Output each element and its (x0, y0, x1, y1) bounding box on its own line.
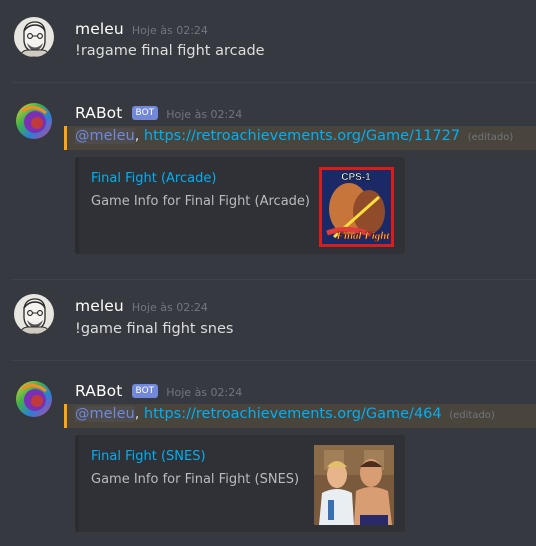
message-header: RABot BOT Hoje às 02:24 (75, 381, 242, 400)
timestamp[interactable]: Hoje às 02:24 (166, 386, 242, 399)
username[interactable]: meleu (75, 297, 124, 315)
separator: , (134, 128, 140, 144)
edited-label: (editado) (449, 410, 495, 421)
timestamp[interactable]: Hoje às 02:24 (132, 301, 208, 314)
thumbnail-cps1-label: CPS-1 (341, 172, 371, 183)
message-header: meleu Hoje às 02:24 (75, 19, 208, 38)
user-mention[interactable]: @meleu (75, 406, 135, 422)
message-divider (12, 360, 536, 361)
game-link[interactable]: https://retroachievements.org/Game/464 (144, 406, 442, 422)
message-divider (12, 82, 536, 83)
user-mention[interactable]: @meleu (75, 128, 135, 144)
thumbnail-logo: Final Fight (336, 230, 391, 242)
link-embed: Final Fight (SNES) Game Info for Final F… (75, 435, 405, 532)
message-text: @meleu, https://retroachievements.org/Ga… (75, 406, 495, 422)
embed-title[interactable]: Final Fight (Arcade) (91, 171, 216, 186)
meleu-avatar[interactable] (14, 294, 54, 334)
game-link[interactable]: https://retroachievements.org/Game/11727 (144, 128, 460, 144)
bot-badge: BOT (131, 106, 159, 120)
message-divider (12, 279, 536, 280)
timestamp[interactable]: Hoje às 02:24 (166, 108, 242, 121)
embed-description: Game Info for Final Fight (SNES) (91, 472, 300, 487)
username[interactable]: RABot (75, 104, 122, 122)
mention-highlight: @meleu, https://retroachievements.org/Ga… (64, 404, 536, 428)
embed-thumbnail[interactable] (314, 445, 394, 525)
embed-description: Game Info for Final Fight (Arcade) (91, 194, 310, 209)
timestamp[interactable]: Hoje às 02:24 (132, 24, 208, 37)
message-text: !ragame final fight arcade (75, 43, 265, 59)
message-header: RABot BOT Hoje às 02:24 (75, 103, 242, 122)
separator: , (134, 406, 140, 422)
bot-badge: BOT (131, 384, 159, 398)
rabot-avatar[interactable] (14, 379, 54, 419)
message-text: @meleu, https://retroachievements.org/Ga… (75, 128, 513, 144)
link-embed: Final Fight (Arcade) Game Info for Final… (75, 157, 405, 254)
mention-highlight: @meleu, https://retroachievements.org/Ga… (64, 126, 536, 150)
username[interactable]: meleu (75, 20, 124, 38)
embed-thumbnail[interactable]: CPS-1 Final Fight (319, 167, 394, 247)
username[interactable]: RABot (75, 382, 122, 400)
embed-title[interactable]: Final Fight (SNES) (91, 449, 206, 464)
edited-label: (editado) (467, 132, 514, 143)
message-text: !game final fight snes (75, 321, 234, 337)
meleu-avatar[interactable] (14, 17, 54, 57)
rabot-avatar[interactable] (14, 101, 54, 141)
message-header: meleu Hoje às 02:24 (75, 296, 208, 315)
